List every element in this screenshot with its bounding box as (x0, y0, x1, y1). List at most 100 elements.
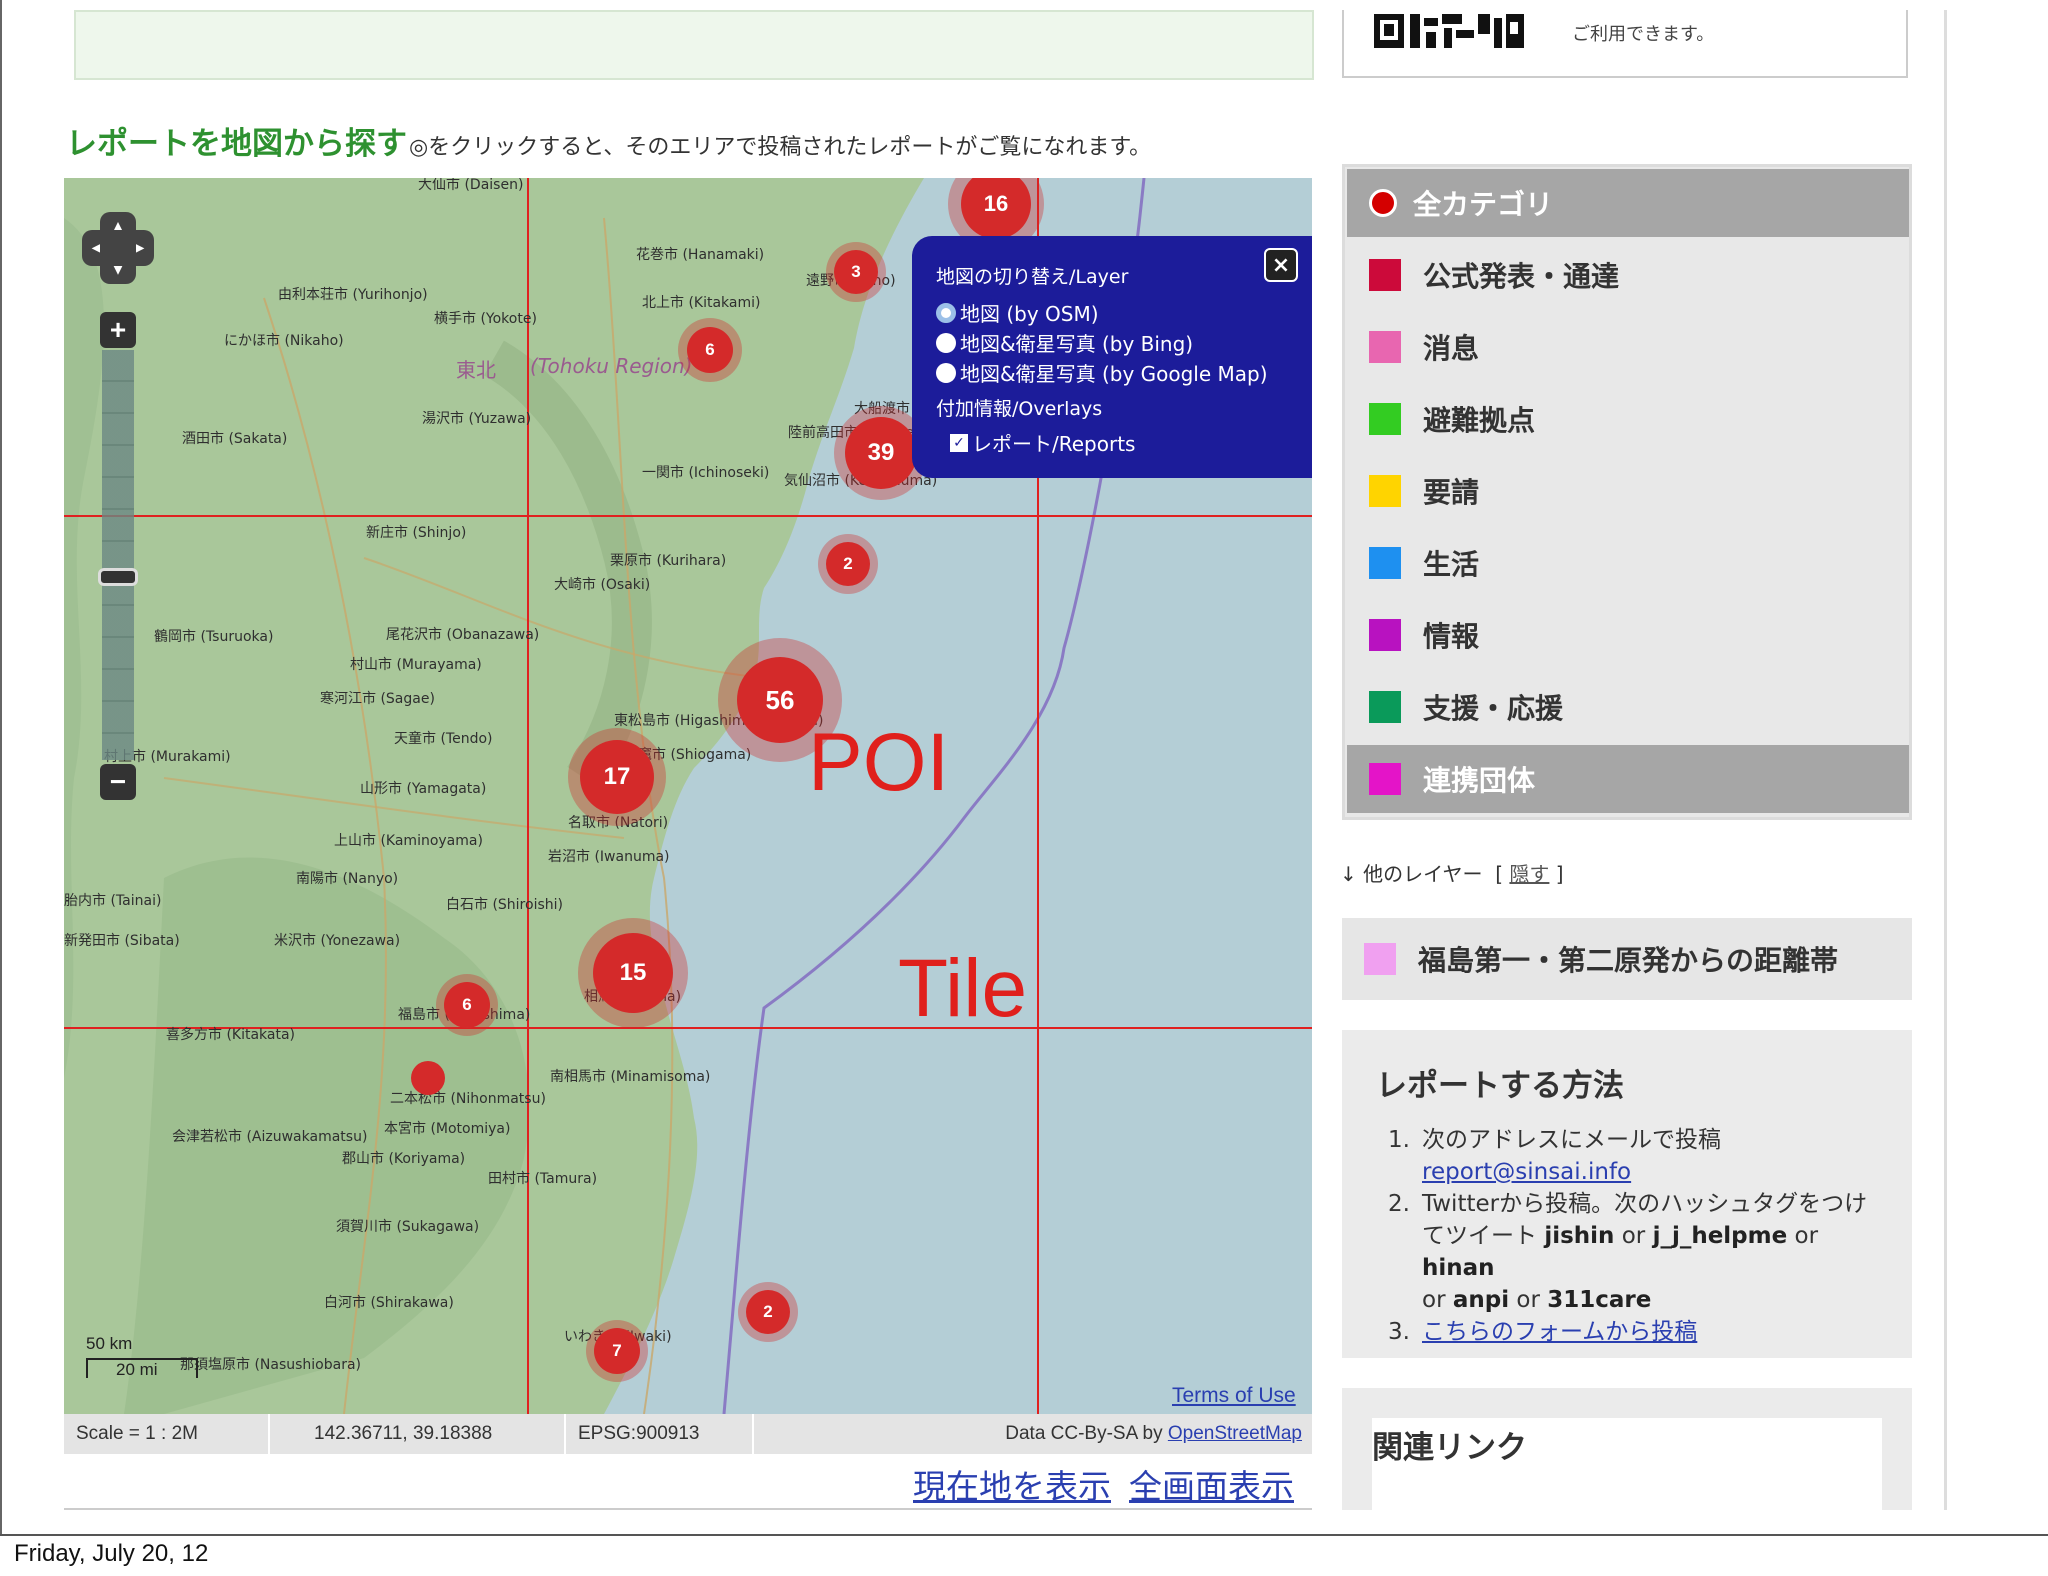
category-all[interactable]: 全カテゴリ (1347, 169, 1909, 237)
place-label: 北上市 (Kitakami) (642, 295, 761, 311)
pan-control: ▲ ◀ ▶ ▼ (82, 212, 154, 284)
category-label: 情報 (1423, 620, 1480, 653)
hide-layers-link[interactable]: 隠す (1509, 862, 1549, 886)
place-label: 胎内市 (Tainai) (64, 893, 162, 909)
how-to-steps: 1. 次のアドレスにメールで投稿 report@sinsai.info 2. Twit… (1388, 1124, 1888, 1348)
related-links-title: 関連リンク (1372, 1430, 1527, 1466)
show-current-location-link[interactable]: 現在地を表示 (913, 1467, 1111, 1506)
or-text: or (1614, 1223, 1653, 1249)
map-section-heading: レポートを地図から探す◎をクリックすると、そのエリアで投稿されたレポートがご覧に… (66, 118, 1326, 162)
base-layer-option[interactable]: 地図 (by OSM) (936, 298, 1099, 327)
other-layers-label: 他のレイヤー (1363, 862, 1483, 886)
cluster-count: 39 (845, 417, 917, 489)
place-label: 岩沼市 (Iwanuma) (548, 849, 670, 865)
step-1: 1. 次のアドレスにメールで投稿 report@sinsai.info (1388, 1124, 1888, 1188)
slide: レポートを地図から探す◎をクリックすると、そのエリアで投稿されたレポートがご覧に… (0, 0, 2048, 1536)
place-label: 湯沢市 (Yuzawa) (422, 411, 532, 427)
base-layer-option[interactable]: 地図&衛星写真 (by Google Map) (936, 358, 1268, 387)
checkbox-checked-icon[interactable]: ✓ (950, 433, 968, 452)
report-cluster-marker[interactable]: 2 (738, 1282, 798, 1342)
place-label: 那須塩原市 (Nasushiobara) (180, 1357, 362, 1373)
base-layer-option[interactable]: 地図&衛星写真 (by Bing) (936, 328, 1193, 357)
category-item[interactable]: 支援・応援 (1347, 673, 1909, 741)
slide-date: Friday, July 20, 12 (14, 1540, 209, 1567)
category-item[interactable]: 公式発表・通達 (1347, 241, 1909, 309)
place-label: 花巻市 (Hanamaki) (636, 247, 765, 263)
category-item[interactable]: 生活 (1347, 529, 1909, 597)
qr-code-icon (1374, 14, 1524, 48)
radio-icon[interactable] (936, 332, 956, 353)
place-label: 天童市 (Tendo) (394, 731, 493, 747)
terms-of-use-link[interactable]: Terms of Use (1172, 1384, 1296, 1408)
category-dot-icon (1369, 189, 1397, 217)
place-label: 南相馬市 (Minamisoma) (550, 1069, 711, 1085)
category-label: 生活 (1423, 548, 1480, 581)
report-cluster-marker[interactable]: 6 (436, 974, 498, 1036)
place-label: 山形市 (Yamagata) (360, 781, 487, 797)
top-notice-box (74, 10, 1314, 80)
category-item[interactable]: 要請 (1347, 457, 1909, 525)
openstreetmap-link[interactable]: OpenStreetMap (1168, 1423, 1302, 1445)
distance-zone-layer[interactable]: 福島第一・第二原発からの距離帯 (1342, 918, 1912, 1000)
report-cluster-marker[interactable]: 15 (578, 918, 688, 1028)
bracket: ] (1555, 862, 1564, 886)
how-to-title: レポートする方法 (1376, 1068, 1624, 1104)
how-to-report-box: レポートする方法 1. 次のアドレスにメールで投稿 report@sinsai.in… (1342, 1030, 1912, 1358)
report-cluster-marker[interactable]: 2 (818, 534, 878, 594)
poi-annotation: POI (808, 717, 950, 808)
zoom-in-button[interactable]: + (100, 312, 136, 348)
place-label: 上山市 (Kaminoyama) (334, 833, 483, 849)
hashtag: anpi (1452, 1287, 1510, 1313)
close-icon[interactable]: × (1264, 248, 1298, 282)
step-number: 2. (1388, 1191, 1410, 1217)
report-cluster-marker[interactable]: 7 (586, 1320, 648, 1382)
zoom-slider-track[interactable] (102, 350, 134, 760)
category-item[interactable]: 避難拠点 (1347, 385, 1909, 453)
report-cluster-marker[interactable]: 6 (678, 318, 742, 382)
radio-selected-icon[interactable] (936, 302, 956, 323)
category-swatch-icon (1369, 691, 1401, 723)
radio-icon[interactable] (936, 362, 956, 383)
category-label: 連携団体 (1423, 764, 1536, 797)
map-status-bar: Scale = 1 : 2M 142.36711, 39.18388 EPSG:… (64, 1414, 1312, 1454)
other-layers-header: ↓ 他のレイヤー [ 隠す ] (1340, 858, 1564, 887)
overlay-title: 付加情報/Overlays (936, 398, 1103, 420)
category-label: 消息 (1423, 332, 1480, 365)
overlay-label: レポート/Reports (972, 432, 1136, 456)
form-link[interactable]: こちらのフォームから投稿 (1422, 1319, 1697, 1345)
divider (64, 1508, 1312, 1510)
cluster-count: 7 (594, 1328, 640, 1374)
category-item[interactable]: 情報 (1347, 601, 1909, 669)
category-swatch-icon (1369, 259, 1401, 291)
report-cluster-marker[interactable]: 17 (568, 728, 666, 826)
fullscreen-link[interactable]: 全画面表示 (1129, 1467, 1294, 1506)
arrow-down-icon: ↓ (1340, 862, 1357, 886)
category-swatch-icon (1369, 475, 1401, 507)
region-label-jp: 東北 (456, 358, 496, 382)
step-number: 1. (1388, 1127, 1410, 1153)
report-cluster-marker[interactable]: 3 (826, 242, 886, 302)
related-links-inner: 関連リンク (1372, 1418, 1882, 1510)
section-title: レポートを地図から探す (66, 126, 407, 162)
base-layer-title: 地図の切り替え/Layer (936, 266, 1129, 288)
category-label: 公式発表・通達 (1423, 260, 1620, 293)
cluster-count: 2 (826, 542, 870, 586)
map-viewport[interactable]: 東北 (Tohoku Region) 大仙市 (Daisen) 花巻市 (Han… (64, 178, 1312, 1414)
zoom-slider-handle[interactable] (98, 568, 138, 586)
cluster-count: 2 (746, 1290, 790, 1334)
scale-mi: 20 mi (116, 1360, 158, 1379)
scale-tick (196, 1358, 198, 1378)
email-link[interactable]: report@sinsai.info (1422, 1159, 1631, 1185)
step-text: 次のアドレスにメールで投稿 (1422, 1127, 1721, 1153)
category-item[interactable]: 連携団体 (1347, 745, 1909, 813)
report-marker[interactable] (408, 1058, 448, 1098)
place-label: 一関市 (Ichinoseki) (642, 465, 770, 481)
category-item[interactable]: 消息 (1347, 313, 1909, 381)
place-label: 大仙市 (Daisen) (418, 178, 524, 193)
cluster-count: 15 (593, 933, 673, 1013)
category-swatch-icon (1369, 403, 1401, 435)
cluster-count: 6 (444, 982, 490, 1028)
base-layer-label: 地図 (by OSM) (960, 302, 1099, 326)
zoom-out-button[interactable]: − (100, 764, 136, 800)
overlay-option[interactable]: ✓ レポート/Reports (950, 428, 1135, 457)
